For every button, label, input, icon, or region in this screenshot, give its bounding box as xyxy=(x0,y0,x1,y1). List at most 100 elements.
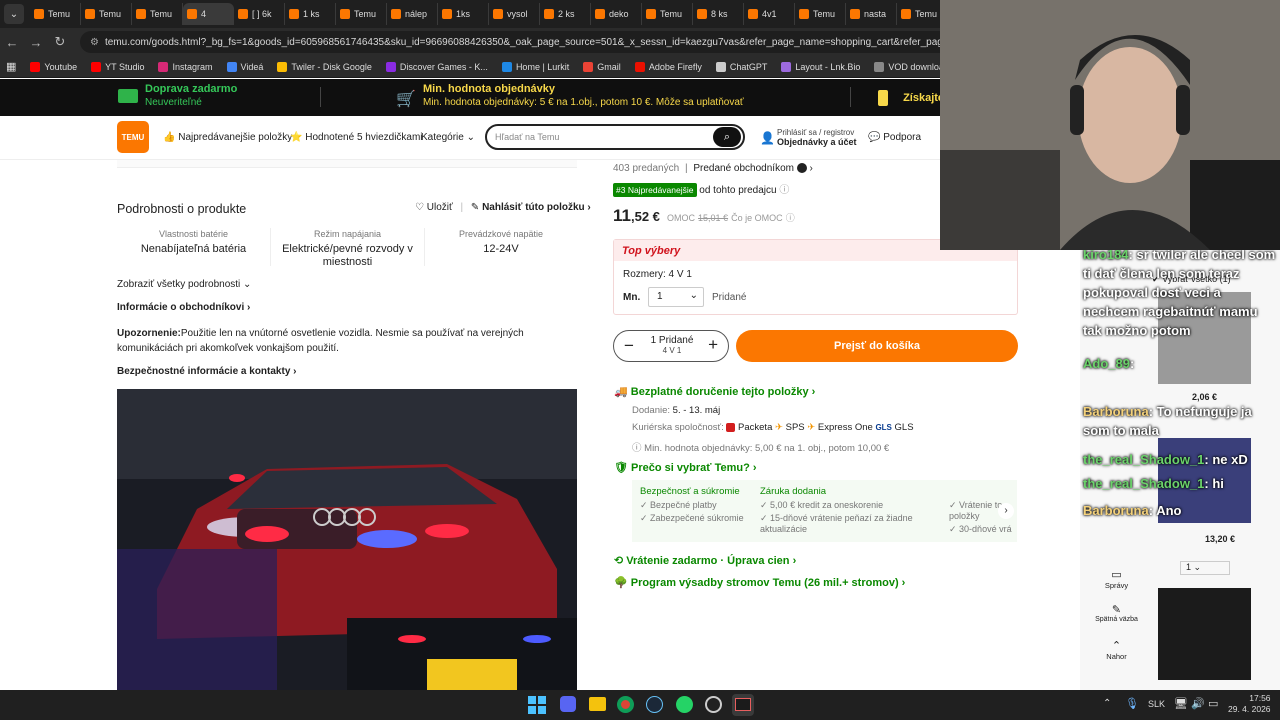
nav-five-star[interactable]: ⭐ Hodnotené 5 hviezdičkami xyxy=(290,132,423,143)
help-icon[interactable]: ⓘ xyxy=(786,213,795,223)
temu-favicon-icon xyxy=(493,9,503,19)
minus-button[interactable]: − xyxy=(624,336,634,356)
bookmark-item[interactable]: Youtube xyxy=(30,61,77,72)
report-button[interactable]: ✎ Nahlásiť túto položku › xyxy=(471,202,591,213)
temu-favicon-icon xyxy=(595,9,605,19)
browser-tab[interactable]: Temu xyxy=(81,3,132,25)
back-icon[interactable]: ← xyxy=(0,35,24,50)
free-shipping-promo[interactable]: Doprava zadarmo Neuveriteľné xyxy=(118,83,237,108)
bookmark-item[interactable]: Adobe Firefly xyxy=(634,61,702,72)
discord-icon[interactable] xyxy=(560,696,576,712)
browser-tab[interactable]: Temu xyxy=(132,3,183,25)
browser-tab[interactable]: 2 ks xyxy=(540,3,591,25)
app-promo[interactable]: Získajte xyxy=(878,90,944,106)
start-icon[interactable] xyxy=(528,696,546,714)
spec-key: Vlastnosti batérie xyxy=(158,229,229,239)
bookmark-item[interactable]: Videá xyxy=(226,61,263,72)
tray-chevron-icon[interactable]: ⌃ xyxy=(1103,698,1111,709)
info-icon[interactable]: ⓘ xyxy=(779,185,789,196)
browser-tab[interactable]: deko xyxy=(591,3,642,25)
plus-button[interactable]: + xyxy=(708,335,718,355)
cart-item-qty[interactable]: 1 ⌄ xyxy=(1180,561,1230,575)
bookmark-item[interactable]: Gmail xyxy=(583,61,621,72)
bookmark-item[interactable]: ChatGPT xyxy=(715,61,767,72)
bookmark-item[interactable]: Twiler - Disk Google xyxy=(277,61,372,72)
tab-search-icon[interactable]: ⌄ xyxy=(4,4,24,24)
feedback-icon: ✎ xyxy=(1111,604,1122,616)
nav-bestsellers[interactable]: 👍 Najpredávanejšie položky xyxy=(163,132,292,143)
bookmark-favicon-icon xyxy=(277,61,288,72)
apps-icon[interactable]: ▦ xyxy=(6,60,16,73)
chevron-right-icon[interactable]: › xyxy=(998,503,1014,519)
free-delivery-link[interactable]: 🚚 Bezplatné doručenie tejto položky › xyxy=(614,385,815,398)
clock[interactable]: 17:56 29. 4. 2026 xyxy=(1228,693,1271,715)
show-all-details-link[interactable]: Zobraziť všetky podrobnosti ⌄ xyxy=(117,279,251,290)
courier-label: Kuriérska spoločnosť: xyxy=(632,422,724,433)
battery-icon[interactable]: ▭ xyxy=(1208,697,1218,710)
browser-tab[interactable]: [ ] 6k xyxy=(234,3,285,25)
browser-tab[interactable]: 1 ks xyxy=(285,3,336,25)
feedback-button[interactable]: ✎ Spätná väzba xyxy=(1094,603,1139,623)
scroll-top-button[interactable]: ⌃ Nahor xyxy=(1094,639,1139,661)
browser-tab[interactable]: Temu xyxy=(642,3,693,25)
site-info-icon[interactable]: ⚙ xyxy=(90,37,99,48)
browser-tab[interactable]: Temu xyxy=(795,3,846,25)
nav-categories[interactable]: Kategórie ⌄ xyxy=(421,132,475,143)
returns-link[interactable]: ⟲ Vrátenie zadarmo · Úprava cien › xyxy=(614,554,796,567)
bookmark-item[interactable]: YT Studio xyxy=(91,61,144,72)
browser-tab[interactable]: Temu xyxy=(30,3,81,25)
courier-expressone: Express One xyxy=(817,422,873,433)
rank-badge[interactable]: #3 Najpredávanejšie xyxy=(613,183,697,197)
bookmark-item[interactable]: VOD download xyxy=(874,61,949,72)
search-button[interactable]: ⌕ xyxy=(713,127,741,147)
cart-qty-value: 1 xyxy=(1186,562,1192,572)
whatsapp-icon[interactable] xyxy=(676,696,693,713)
bookmark-item[interactable]: Home | Lurkit xyxy=(501,61,569,72)
chat-message: kiro184: sr twiler ale cheel som ti dať … xyxy=(1083,245,1278,340)
cart-item-3-image[interactable] xyxy=(1158,588,1251,680)
omoc-help[interactable]: Čo je OMOC xyxy=(731,213,783,223)
browser-tab[interactable]: 8 ks xyxy=(693,3,744,25)
temu-logo[interactable]: TEMU xyxy=(117,121,149,153)
qty-stepper[interactable]: − 1 Pridané 4 V 1 + xyxy=(613,330,729,362)
language-indicator[interactable]: SLK xyxy=(1148,699,1165,709)
account-menu[interactable]: 👤 Prihlásiť sa / registrov Objednávky a … xyxy=(760,128,857,147)
volume-icon[interactable]: 🔊 xyxy=(1191,697,1205,710)
steam-icon[interactable] xyxy=(646,696,663,713)
seller-link[interactable]: Predané obchodníkom › xyxy=(693,163,813,174)
browser-tab[interactable]: vysol xyxy=(489,3,540,25)
safety-info-link[interactable]: Bezpečnostné informácie a kontakty › xyxy=(117,366,297,377)
browser-tab[interactable]: 1ks xyxy=(438,3,489,25)
network-icon[interactable]: 🖥 xyxy=(1174,697,1188,710)
chrome-icon[interactable] xyxy=(617,696,634,713)
file-explorer-icon[interactable] xyxy=(589,697,606,711)
reload-icon[interactable]: ↻ xyxy=(48,34,72,50)
seller-info-link[interactable]: Informácie o obchodníkovi › xyxy=(117,302,250,313)
browser-tab[interactable]: nasta xyxy=(846,3,897,25)
clock-date: 29. 4. 2026 xyxy=(1228,704,1271,714)
url-field[interactable]: ⚙ temu.com/goods.html?_bg_fs=1&goods_id=… xyxy=(80,31,950,53)
why-temu-link[interactable]: 🛡 Prečo si vybrať Temu? › xyxy=(614,461,757,474)
trees-link[interactable]: 🌳 Program výsadby stromov Temu (26 mil.+… xyxy=(614,576,905,589)
spec-key: Režim napájania xyxy=(313,229,382,239)
bookmark-item[interactable]: Layout - Lnk.Bio xyxy=(781,61,860,72)
bookmark-item[interactable]: Discover Games - K... xyxy=(385,61,488,72)
app-icon[interactable] xyxy=(732,694,754,716)
browser-tab[interactable]: nálep xyxy=(387,3,438,25)
obs-icon[interactable] xyxy=(705,696,722,713)
browser-tab[interactable]: 4 xyxy=(183,3,234,25)
messages-button[interactable]: ▭ Správy xyxy=(1094,568,1139,590)
go-to-cart-button[interactable]: Prejsť do košíka xyxy=(736,330,1018,362)
browser-tab[interactable]: Temu xyxy=(336,3,387,25)
min-order-promo[interactable]: 🛒 Min. hodnota objednávky Min. hodnota o… xyxy=(396,83,744,108)
temu-favicon-icon xyxy=(238,9,248,19)
bookmark-item[interactable]: Instagram xyxy=(158,61,213,72)
save-button[interactable]: ♡ Uložiť xyxy=(415,202,453,213)
nav-support[interactable]: 💬 Podpora xyxy=(868,132,921,143)
mic-icon[interactable]: 🎙 xyxy=(1125,697,1139,710)
product-image[interactable] xyxy=(117,389,577,690)
qty-select[interactable]: 1 ⌄ xyxy=(648,287,704,307)
search-input[interactable]: Hľadať na Temu ⌕ xyxy=(485,124,745,150)
forward-icon[interactable]: → xyxy=(24,35,48,50)
browser-tab[interactable]: 4v1 xyxy=(744,3,795,25)
